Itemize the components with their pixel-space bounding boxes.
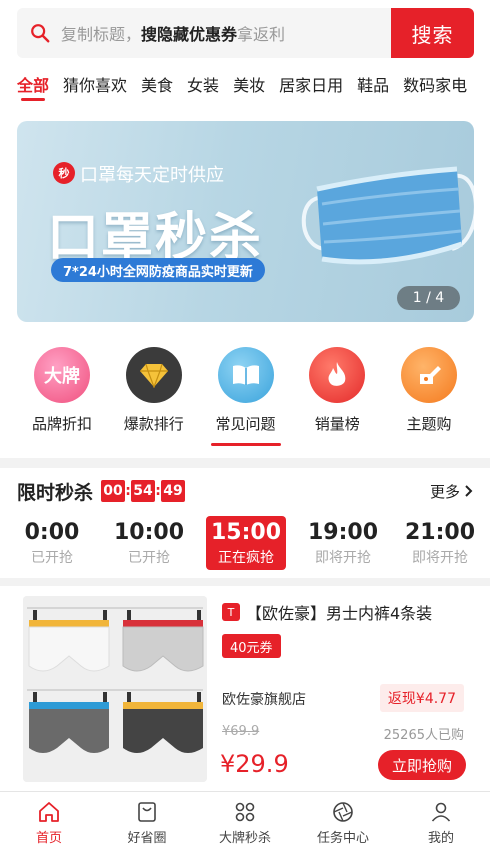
grid-icon bbox=[235, 802, 255, 821]
tab-label: 我的 bbox=[427, 830, 454, 846]
slot-time: 10:00 bbox=[113, 519, 185, 545]
search-icon bbox=[31, 24, 50, 43]
product-title[interactable]: T 【欧佐豪】男士内裤4条装 bbox=[222, 600, 432, 624]
quick-label: 销量榜 bbox=[314, 415, 360, 433]
sale-price: ¥29.9 bbox=[220, 750, 289, 778]
slot-status: 正在疯抢 bbox=[218, 549, 274, 566]
promo-banner[interactable]: 秒 口罩每天定时供应 口罩秒杀 7*24小时全网防疫商品实时更新 1 / 4 bbox=[17, 121, 474, 322]
tab-womens-clothing[interactable]: 女装 bbox=[187, 68, 219, 108]
quick-sales-rank[interactable]: 销量榜 bbox=[292, 347, 382, 434]
more-link[interactable]: 更多 bbox=[430, 481, 474, 502]
tmall-icon: T bbox=[222, 603, 240, 621]
quick-label: 爆款排行 bbox=[123, 415, 184, 433]
slot-status: 已开抢 bbox=[31, 549, 73, 566]
product-image[interactable] bbox=[23, 596, 207, 782]
banner-pill: 7*24小时全网防疫商品实时更新 bbox=[51, 258, 265, 282]
original-price: ¥69.9 bbox=[222, 724, 260, 739]
quick-theme-shop[interactable]: 主题购 bbox=[384, 347, 474, 434]
tab-food[interactable]: 美食 bbox=[141, 68, 173, 108]
flash-sale-header: 限时秒杀 00 : 54 : 49 更多 bbox=[17, 477, 474, 505]
tab-haosheng[interactable]: 好省圈 bbox=[98, 792, 196, 853]
bottom-tab-bar: 首页 好省圈 大牌秒杀 任务中心 我的 bbox=[0, 791, 490, 853]
quick-entry-row: 大牌 品牌折扣 爆款排行 常见问题 销量榜 主题购 bbox=[17, 347, 474, 446]
tab-mine[interactable]: 我的 bbox=[392, 792, 490, 853]
aperture-icon bbox=[333, 801, 353, 822]
slot-status: 即将开抢 bbox=[412, 549, 468, 566]
countdown-timer: 00 : 54 : 49 bbox=[101, 480, 186, 502]
tab-task-center[interactable]: 任务中心 bbox=[294, 792, 392, 853]
slot-1900[interactable]: 19:00 即将开抢 bbox=[303, 516, 383, 570]
quick-hot-ranking[interactable]: 爆款排行 bbox=[109, 347, 199, 434]
sold-count: 25265人已购 bbox=[383, 728, 464, 743]
slot-1000[interactable]: 10:00 已开抢 bbox=[109, 516, 189, 570]
slot-1500[interactable]: 15:00 正在疯抢 bbox=[206, 516, 286, 570]
product-card[interactable]: T 【欧佐豪】男士内裤4条装 40元券 欧佐豪旗舰店 返现¥4.77 ¥69.9… bbox=[17, 586, 474, 788]
tab-label: 首页 bbox=[35, 830, 62, 846]
slot-0000[interactable]: 0:00 已开抢 bbox=[12, 516, 92, 570]
brand-icon: 大牌 bbox=[34, 347, 90, 403]
slot-status: 已开抢 bbox=[128, 549, 170, 566]
quick-brand-discount[interactable]: 大牌 品牌折扣 bbox=[17, 347, 107, 434]
search-button[interactable]: 搜索 bbox=[391, 8, 474, 58]
quick-faq[interactable]: 常见问题 bbox=[201, 347, 291, 446]
slot-status: 即将开抢 bbox=[315, 549, 371, 566]
section-divider bbox=[0, 458, 490, 468]
flash-sale-title: 限时秒杀 bbox=[17, 481, 94, 504]
shop-name: 欧佐豪旗舰店 bbox=[222, 692, 306, 708]
timer-hours: 00 bbox=[101, 480, 126, 502]
chevron-right-icon bbox=[465, 485, 473, 497]
timer-seconds: 49 bbox=[161, 480, 186, 502]
tab-label: 好省圈 bbox=[127, 830, 167, 846]
tab-label: 大牌秒杀 bbox=[218, 830, 271, 846]
flame-icon bbox=[309, 347, 366, 403]
quick-label: 主题购 bbox=[406, 415, 452, 433]
banner-subtitle: 口罩每天定时供应 bbox=[80, 165, 224, 186]
tab-label: 任务中心 bbox=[316, 830, 369, 846]
search-bar[interactable]: 复制标题，搜隐藏优惠券拿返利 搜索 bbox=[17, 8, 474, 58]
category-tabs: 全部 猜你喜欢 美食 女装 美妆 居家日用 鞋品 数码家电 bbox=[17, 68, 490, 108]
tab-beauty[interactable]: 美妆 bbox=[233, 68, 265, 108]
face-mask-image bbox=[301, 166, 474, 265]
rebate-badge: 返现¥4.77 bbox=[379, 684, 464, 712]
banner-badge: 秒 bbox=[53, 162, 75, 184]
tab-shoes[interactable]: 鞋品 bbox=[357, 68, 389, 108]
slot-time: 15:00 bbox=[210, 519, 282, 545]
coupon-badge: 40元券 bbox=[222, 634, 281, 658]
buy-now-button[interactable]: 立即抢购 bbox=[377, 750, 466, 780]
slot-time: 21:00 bbox=[404, 519, 476, 545]
search-placeholder: 复制标题，搜隐藏优惠券拿返利 bbox=[61, 25, 286, 44]
product-title-text: 【欧佐豪】男士内裤4条装 bbox=[246, 604, 433, 623]
user-icon bbox=[431, 802, 451, 822]
tab-home-daily[interactable]: 居家日用 bbox=[279, 68, 343, 108]
pump-icon bbox=[401, 347, 457, 403]
timer-minutes: 54 bbox=[131, 480, 156, 502]
slot-2100[interactable]: 21:00 即将开抢 bbox=[400, 516, 480, 570]
slot-time: 19:00 bbox=[307, 519, 379, 545]
diamond-icon bbox=[125, 347, 182, 403]
quick-label: 品牌折扣 bbox=[31, 415, 92, 433]
time-slots: 0:00 已开抢 10:00 已开抢 15:00 正在疯抢 19:00 即将开抢 21:… bbox=[12, 516, 480, 570]
bag-icon bbox=[138, 801, 156, 822]
book-icon bbox=[217, 347, 274, 403]
more-label: 更多 bbox=[429, 482, 460, 501]
tab-brand-flash[interactable]: 大牌秒杀 bbox=[196, 792, 294, 853]
slot-time: 0:00 bbox=[24, 519, 80, 545]
section-divider bbox=[0, 578, 490, 586]
tab-all[interactable]: 全部 bbox=[17, 68, 49, 108]
banner-pager: 1 / 4 bbox=[397, 286, 460, 310]
tab-guess-you-like[interactable]: 猜你喜欢 bbox=[63, 68, 127, 108]
home-icon bbox=[39, 801, 59, 822]
tab-home[interactable]: 首页 bbox=[0, 792, 98, 853]
quick-label: 常见问题 bbox=[215, 415, 276, 433]
search-input[interactable]: 复制标题，搜隐藏优惠券拿返利 bbox=[17, 8, 391, 58]
tab-digital[interactable]: 数码家电 bbox=[403, 68, 467, 108]
